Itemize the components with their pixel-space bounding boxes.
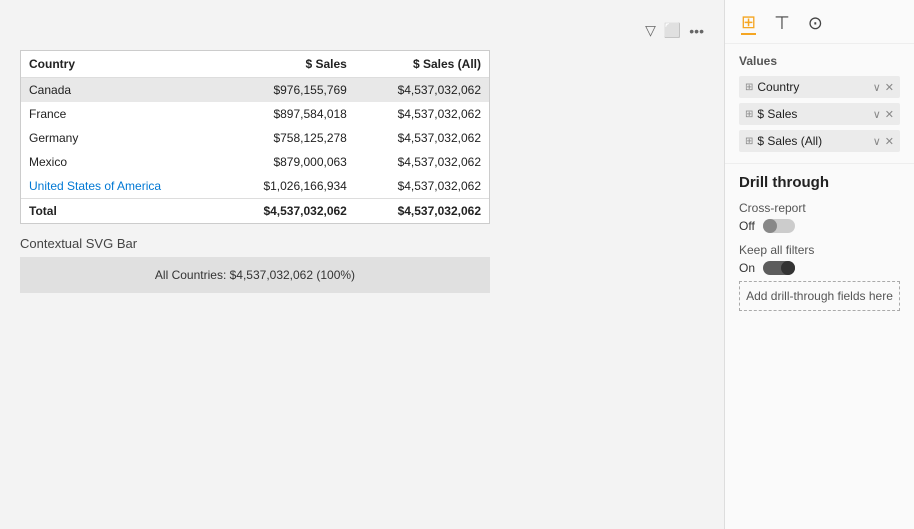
field-tag-sales-all[interactable]: ⊞ $ Sales (All) ∨ ✕ (739, 130, 900, 152)
contextual-bar: All Countries: $4,537,032,062 (100%) (20, 257, 490, 293)
cross-report-thumb (763, 219, 777, 233)
cell-sales-all: $4,537,032,062 (355, 102, 489, 126)
more-toolbar-icon[interactable]: ••• (689, 23, 704, 39)
cell-sales-all: $4,537,032,062 (355, 174, 489, 199)
field-label-sales: $ Sales (757, 107, 797, 121)
cross-report-toggle[interactable] (763, 219, 795, 233)
field-remove-country[interactable]: ✕ (885, 81, 894, 94)
cell-sales-all: $4,537,032,062 (355, 150, 489, 174)
settings-panel-icon[interactable]: ⊙ (808, 13, 823, 34)
keep-filters-thumb (781, 261, 795, 275)
field-label-sales-all: $ Sales (All) (757, 134, 822, 148)
cross-report-state: Off (739, 219, 755, 233)
cell-sales: $879,000,063 (221, 150, 355, 174)
field-remove-sales-all[interactable]: ✕ (885, 135, 894, 148)
cross-report-label: Cross-report (739, 201, 900, 215)
main-area: ▽ ⬜ ••• Country $ Sales $ Sales (All) Ca… (0, 0, 724, 529)
field-chevron-country[interactable]: ∨ (873, 81, 881, 94)
table-row[interactable]: France$897,584,018$4,537,032,062 (21, 102, 489, 126)
footer-sales-all: $4,537,032,062 (355, 199, 489, 224)
field-tag-country[interactable]: ⊞ Country ∨ ✕ (739, 76, 900, 98)
data-table: Country $ Sales $ Sales (All) Canada$976… (21, 51, 489, 223)
cross-report-toggle-wrap: Off (739, 219, 900, 233)
add-drill-through-btn[interactable]: Add drill-through fields here (739, 281, 900, 311)
cell-sales: $976,155,769 (221, 78, 355, 103)
keep-filters-toggle-wrap: On (739, 261, 900, 275)
table-panel-icon[interactable]: ⊞ (741, 12, 756, 35)
keep-filters-toggle[interactable] (763, 261, 795, 275)
contextual-bar-text: All Countries: $4,537,032,062 (100%) (155, 268, 355, 282)
values-title: Values (739, 54, 900, 68)
cell-sales-all: $4,537,032,062 (355, 126, 489, 150)
col-header-country: Country (21, 51, 221, 78)
cell-sales: $758,125,278 (221, 126, 355, 150)
filter-toolbar-icon[interactable]: ▽ (645, 22, 656, 39)
keep-filters-state: On (739, 261, 755, 275)
field-label-country: Country (757, 80, 799, 94)
filter-panel-icon[interactable]: ⊤ (774, 13, 790, 34)
values-section: Values ⊞ Country ∨ ✕ ⊞ $ Sales ∨ ✕ ⊞ (725, 44, 914, 163)
cell-sales: $1,026,166,934 (221, 174, 355, 199)
widget-toolbar: ▽ ⬜ ••• (645, 22, 704, 39)
table-row[interactable]: Mexico$879,000,063$4,537,032,062 (21, 150, 489, 174)
cell-sales-all: $4,537,032,062 (355, 78, 489, 103)
drill-through-section: Drill through Cross-report Off Keep all … (725, 163, 914, 317)
panel-icons: ⊞ ⊤ ⊙ (725, 0, 914, 44)
cell-sales: $897,584,018 (221, 102, 355, 126)
cell-country: Canada (21, 78, 221, 103)
widget-container: ▽ ⬜ ••• Country $ Sales $ Sales (All) Ca… (20, 50, 704, 224)
table-row[interactable]: Canada$976,155,769$4,537,032,062 (21, 78, 489, 103)
col-header-sales-all: $ Sales (All) (355, 51, 489, 78)
field-icon-sales-all: ⊞ (745, 136, 753, 147)
col-header-sales: $ Sales (221, 51, 355, 78)
drill-through-title: Drill through (739, 174, 900, 191)
table-widget: Country $ Sales $ Sales (All) Canada$976… (20, 50, 490, 224)
footer-label: Total (21, 199, 221, 224)
cell-country: Mexico (21, 150, 221, 174)
keep-filters-label: Keep all filters (739, 243, 900, 257)
right-panel: ⊞ ⊤ ⊙ Values ⊞ Country ∨ ✕ ⊞ $ Sales ∨ ✕ (724, 0, 914, 529)
table-row[interactable]: Germany$758,125,278$4,537,032,062 (21, 126, 489, 150)
cell-country: United States of America (21, 174, 221, 199)
contextual-label: Contextual SVG Bar (20, 236, 704, 251)
cell-country: France (21, 102, 221, 126)
field-icon-country: ⊞ (745, 82, 753, 93)
table-row[interactable]: United States of America$1,026,166,934$4… (21, 174, 489, 199)
field-tag-sales[interactable]: ⊞ $ Sales ∨ ✕ (739, 103, 900, 125)
field-icon-sales: ⊞ (745, 109, 753, 120)
cell-country: Germany (21, 126, 221, 150)
field-remove-sales[interactable]: ✕ (885, 108, 894, 121)
expand-toolbar-icon[interactable]: ⬜ (664, 22, 681, 39)
field-chevron-sales[interactable]: ∨ (873, 108, 881, 121)
footer-sales: $4,537,032,062 (221, 199, 355, 224)
field-chevron-sales-all[interactable]: ∨ (873, 135, 881, 148)
